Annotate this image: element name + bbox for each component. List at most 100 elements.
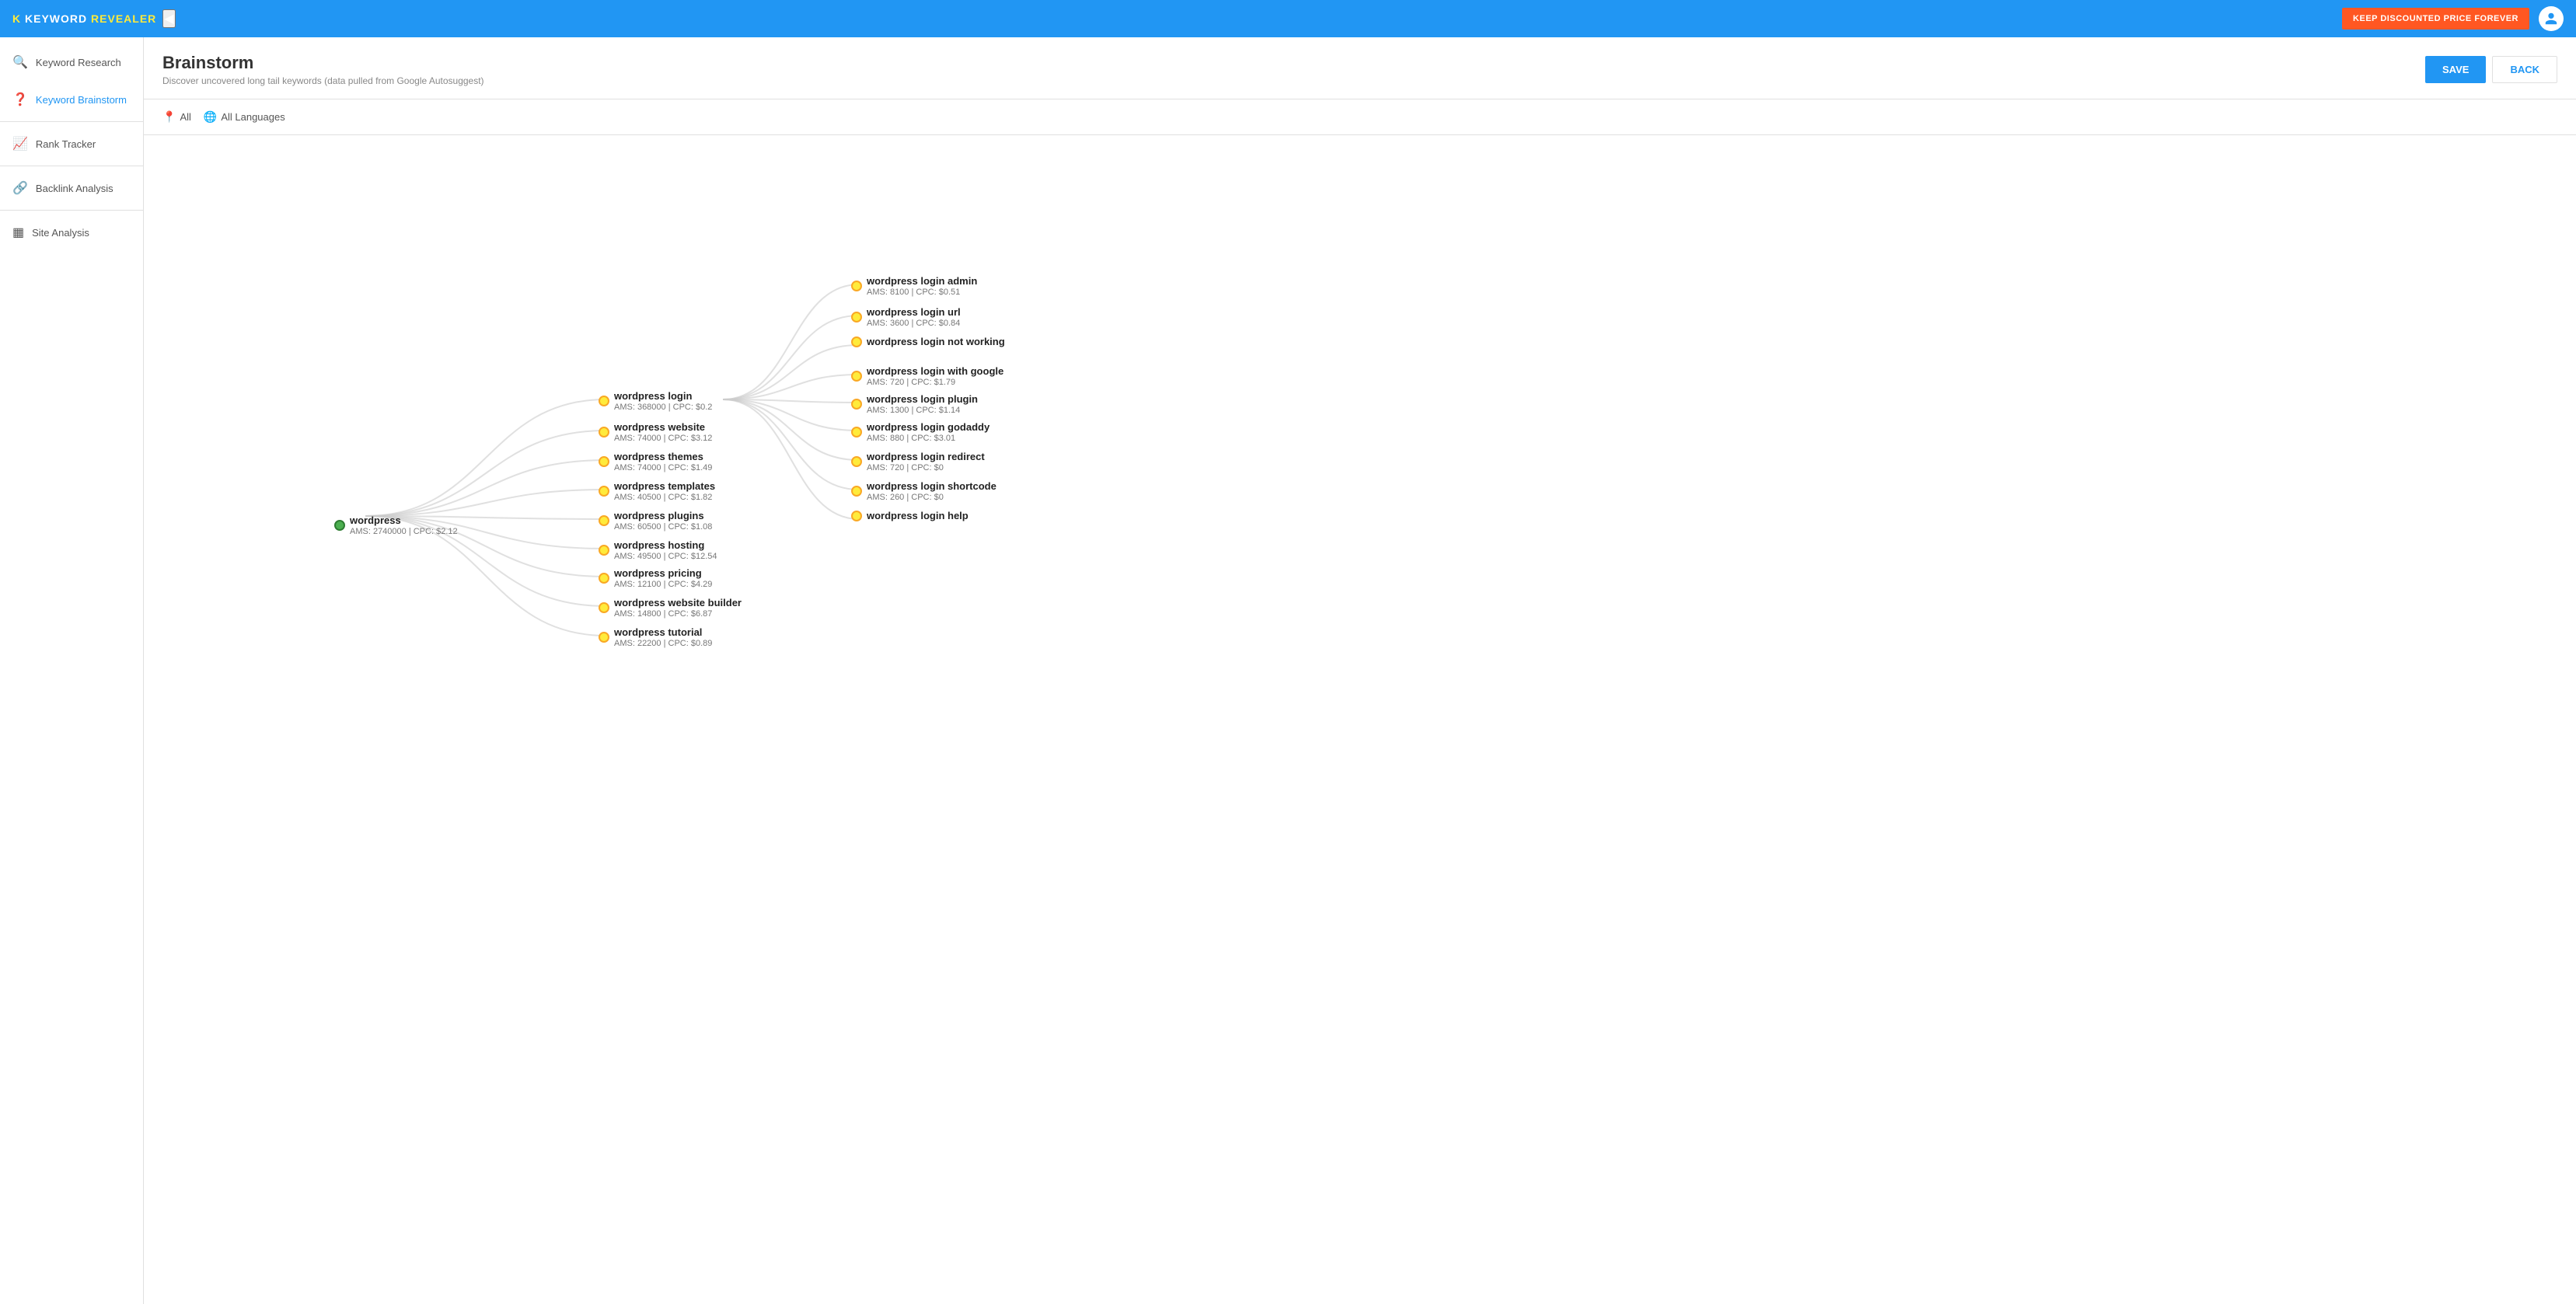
leaf-node[interactable]: wordpress login pluginAMS: 1300 | CPC: $… (851, 393, 978, 415)
branch-node[interactable]: wordpress hostingAMS: 49500 | CPC: $12.5… (599, 539, 717, 561)
leaf-stats: AMS: 720 | CPC: $0 (867, 463, 985, 472)
leaf-label: wordpress login redirect (867, 451, 985, 462)
leaf-dot (851, 427, 862, 438)
branch-node[interactable]: wordpress tutorialAMS: 22200 | CPC: $0.8… (599, 626, 712, 648)
leaf-dot (851, 312, 862, 323)
leaf-stats: AMS: 260 | CPC: $0 (867, 493, 997, 502)
save-button[interactable]: SAVE (2425, 56, 2486, 83)
sidebar-item-keyword-brainstorm-label: Keyword Brainstorm (36, 94, 127, 106)
branch-node[interactable]: wordpress loginAMS: 368000 | CPC: $0.2 (599, 390, 712, 412)
sidebar-item-keyword-research-label: Keyword Research (36, 57, 121, 68)
branch-stats: AMS: 368000 | CPC: $0.2 (614, 403, 712, 412)
backlink-icon: 🔗 (12, 180, 28, 196)
canvas-inner: wordpress AMS: 2740000 | CPC: $2.12 word… (144, 135, 2576, 679)
user-avatar[interactable] (2539, 6, 2564, 31)
language-icon: 🌐 (204, 110, 217, 124)
branch-label: wordpress hosting (614, 539, 717, 551)
sidebar-item-rank-tracker[interactable]: 📈 Rank Tracker (0, 125, 143, 162)
branch-dot (599, 602, 609, 613)
branch-label: wordpress templates (614, 480, 715, 492)
branch-dot (599, 396, 609, 406)
branch-node[interactable]: wordpress websiteAMS: 74000 | CPC: $3.12 (599, 421, 712, 443)
app-body: 🔍 Keyword Research ❓ Keyword Brainstorm … (0, 37, 2576, 1304)
sidebar-item-keyword-brainstorm[interactable]: ❓ Keyword Brainstorm (0, 81, 143, 118)
branch-node[interactable]: wordpress themesAMS: 74000 | CPC: $1.49 (599, 451, 712, 472)
sidebar-item-rank-tracker-label: Rank Tracker (36, 138, 96, 150)
branch-stats: AMS: 49500 | CPC: $12.54 (614, 552, 717, 561)
sidebar-divider-3 (0, 210, 143, 211)
leaf-stats: AMS: 3600 | CPC: $0.84 (867, 319, 961, 328)
branch-stats: AMS: 60500 | CPC: $1.08 (614, 522, 712, 532)
leaf-node[interactable]: wordpress login not working (851, 336, 1005, 347)
branch-dot (599, 427, 609, 438)
leaf-label: wordpress login admin (867, 275, 977, 287)
brainstorm-canvas: wordpress AMS: 2740000 | CPC: $2.12 word… (144, 135, 2576, 1304)
main-content: Brainstorm Discover uncovered long tail … (144, 37, 2576, 1304)
leaf-stats: AMS: 1300 | CPC: $1.14 (867, 406, 978, 415)
branch-node[interactable]: wordpress website builderAMS: 14800 | CP… (599, 597, 742, 619)
branch-label: wordpress themes (614, 451, 712, 462)
root-text: wordpress AMS: 2740000 | CPC: $2.12 (350, 514, 458, 536)
branch-stats: AMS: 74000 | CPC: $3.12 (614, 434, 712, 443)
branch-dot (599, 632, 609, 643)
location-label: All (180, 111, 190, 123)
sidebar-item-backlink-analysis[interactable]: 🔗 Backlink Analysis (0, 169, 143, 207)
leaf-node[interactable]: wordpress login shortcodeAMS: 260 | CPC:… (851, 480, 997, 502)
collapse-button[interactable]: ◀ (162, 9, 175, 28)
branch-label: wordpress tutorial (614, 626, 712, 638)
branch-node[interactable]: wordpress pricingAMS: 12100 | CPC: $4.29 (599, 567, 712, 589)
leaf-label: wordpress login url (867, 306, 961, 318)
leaf-dot (851, 371, 862, 382)
topbar: K KEYWORD REVEALER ◀ KEEP DISCOUNTED PRI… (0, 0, 2576, 37)
branch-dot (599, 545, 609, 556)
branch-label: wordpress plugins (614, 510, 712, 521)
search-icon: 🔍 (12, 54, 28, 70)
sidebar-item-site-label: Site Analysis (32, 227, 89, 239)
sidebar: 🔍 Keyword Research ❓ Keyword Brainstorm … (0, 37, 144, 1304)
branch-dot (599, 456, 609, 467)
leaf-label: wordpress login godaddy (867, 421, 990, 433)
location-filter[interactable]: 📍 All (162, 110, 191, 124)
branch-label: wordpress pricing (614, 567, 712, 579)
branch-label: wordpress website builder (614, 597, 742, 608)
branch-node[interactable]: wordpress templatesAMS: 40500 | CPC: $1.… (599, 480, 715, 502)
filter-bar: 📍 All 🌐 All Languages (144, 99, 2576, 135)
rank-icon: 📈 (12, 136, 28, 152)
leaf-dot (851, 281, 862, 291)
language-filter[interactable]: 🌐 All Languages (204, 110, 285, 124)
logo-revealer: REVEALER (91, 12, 156, 25)
leaf-node[interactable]: wordpress login urlAMS: 3600 | CPC: $0.8… (851, 306, 961, 328)
leaf-node[interactable]: wordpress login with googleAMS: 720 | CP… (851, 365, 1004, 387)
branch-stats: AMS: 22200 | CPC: $0.89 (614, 639, 712, 648)
sidebar-item-keyword-research[interactable]: 🔍 Keyword Research (0, 44, 143, 81)
sidebar-item-site-analysis[interactable]: ▦ Site Analysis (0, 214, 143, 251)
leaf-dot (851, 511, 862, 521)
leaf-node[interactable]: wordpress login redirectAMS: 720 | CPC: … (851, 451, 985, 472)
topbar-left: K KEYWORD REVEALER ◀ (12, 9, 176, 28)
branch-dot (599, 515, 609, 526)
leaf-dot (851, 456, 862, 467)
brainstorm-icon: ❓ (12, 92, 28, 107)
leaf-node[interactable]: wordpress login godaddyAMS: 880 | CPC: $… (851, 421, 990, 443)
logo-keyword: KEYWORD (25, 12, 87, 25)
page-header-left: Brainstorm Discover uncovered long tail … (162, 53, 484, 86)
branch-dot (599, 486, 609, 497)
branch-stats: AMS: 12100 | CPC: $4.29 (614, 580, 712, 589)
sidebar-item-backlink-label: Backlink Analysis (36, 183, 113, 194)
sidebar-divider (0, 121, 143, 122)
leaf-stats: AMS: 720 | CPC: $1.79 (867, 378, 1004, 387)
leaf-label: wordpress login help (867, 510, 969, 521)
leaf-node[interactable]: wordpress login adminAMS: 8100 | CPC: $0… (851, 275, 977, 297)
branch-node[interactable]: wordpress pluginsAMS: 60500 | CPC: $1.08 (599, 510, 712, 532)
page-header: Brainstorm Discover uncovered long tail … (144, 37, 2576, 99)
root-label: wordpress (350, 514, 458, 526)
location-icon: 📍 (162, 110, 176, 124)
branch-label: wordpress login (614, 390, 712, 402)
promo-button[interactable]: KEEP DISCOUNTED PRICE FOREVER (2342, 8, 2529, 30)
leaf-node[interactable]: wordpress login help (851, 510, 969, 521)
leaf-dot (851, 399, 862, 410)
root-node[interactable]: wordpress AMS: 2740000 | CPC: $2.12 (334, 514, 458, 536)
leaf-stats: AMS: 880 | CPC: $3.01 (867, 434, 990, 443)
back-button[interactable]: BACK (2492, 56, 2557, 83)
branch-label: wordpress website (614, 421, 712, 433)
